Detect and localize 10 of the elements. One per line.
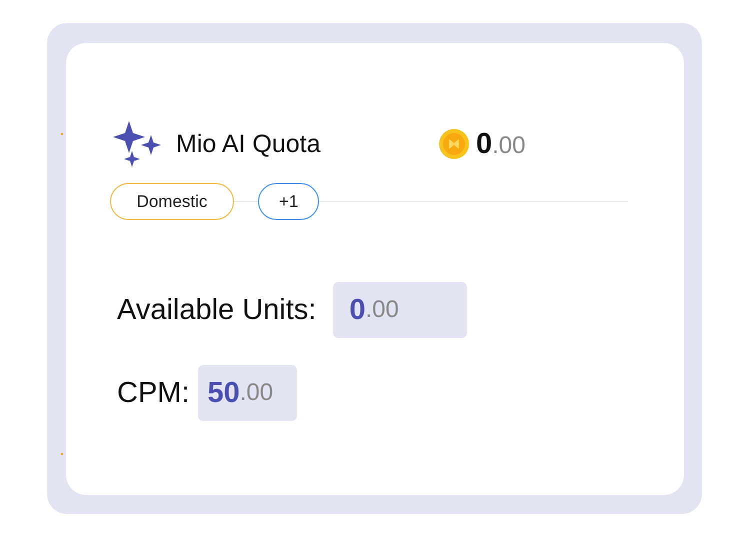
- field-label: CPM:: [117, 376, 190, 410]
- sparkle-icon: [113, 121, 163, 167]
- quota-title: Mio AI Quota: [176, 130, 322, 158]
- tag-chip[interactable]: Domestic: [110, 183, 234, 220]
- value-box: 50.00: [198, 365, 296, 421]
- coin-icon: [438, 128, 470, 160]
- field-label: Available Units:: [117, 294, 316, 326]
- tag-chip[interactable]: +1: [258, 183, 320, 220]
- balance-value: 0.00: [476, 128, 526, 160]
- value-box: 0.00: [333, 282, 468, 338]
